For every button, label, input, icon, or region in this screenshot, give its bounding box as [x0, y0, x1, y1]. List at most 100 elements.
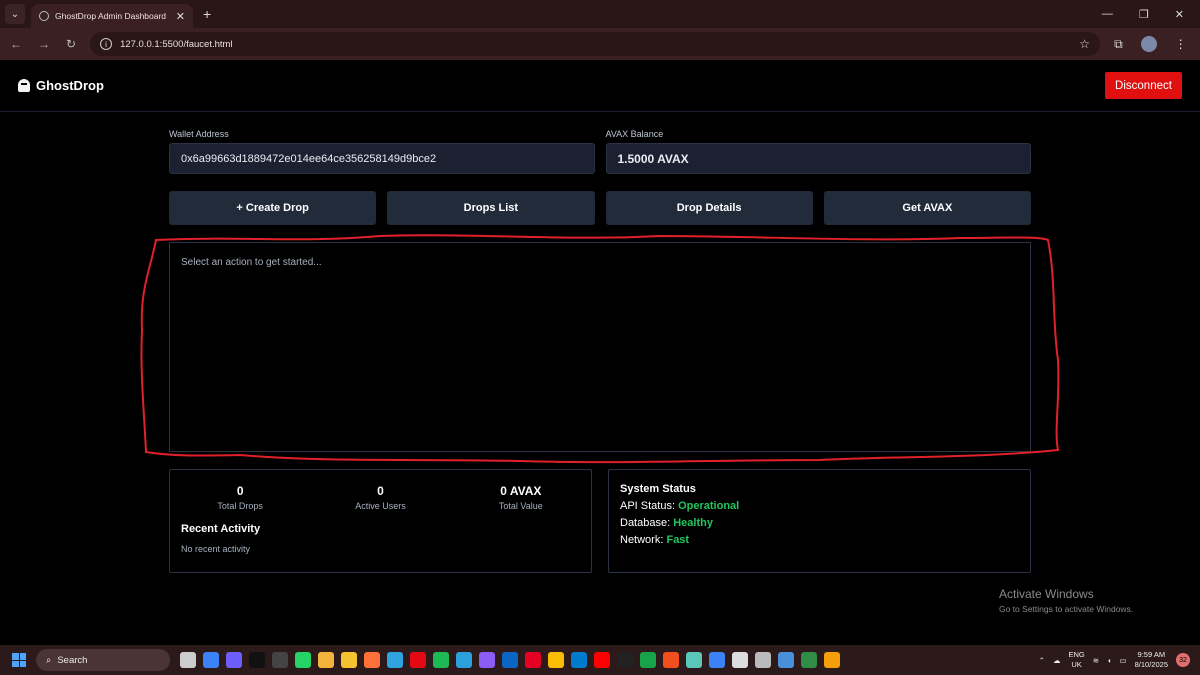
- extensions-icon[interactable]: ⧉: [1114, 37, 1123, 52]
- chrome-icon[interactable]: [548, 652, 564, 668]
- date: 8/10/2025: [1134, 660, 1168, 669]
- firefox-icon[interactable]: [364, 652, 380, 668]
- network-status-row: Network: Fast: [620, 534, 1019, 546]
- get-avax-button[interactable]: Get AVAX: [823, 191, 1031, 225]
- stat-value: 0: [236, 484, 244, 498]
- stat-total-value: 0 AVAX Total Value: [451, 484, 591, 511]
- disconnect-button[interactable]: Disconnect: [1105, 72, 1182, 99]
- drops-list-button[interactable]: Drops List: [387, 191, 595, 225]
- status-value: Healthy: [673, 517, 713, 529]
- system-tray: ⌃ ☁ ENG UK ≋ ◖ ▭ 9:59 AM 8/10/2025 32: [1039, 650, 1190, 670]
- chatgpt-icon[interactable]: [272, 652, 288, 668]
- app-icon[interactable]: [778, 652, 794, 668]
- content-panel: Select an action to get started...: [169, 242, 1031, 452]
- close-window-icon[interactable]: ✕: [1175, 8, 1184, 21]
- tab-title: GhostDrop Admin Dashboard: [55, 11, 167, 21]
- app-icon[interactable]: [617, 652, 633, 668]
- taskbar: ⌕ Search ⌃ ☁ ENG UK ≋ ◖ ▭ 9:59 AM 8/10/2…: [0, 645, 1200, 675]
- tiktok-icon[interactable]: [249, 652, 265, 668]
- restore-icon[interactable]: ❐: [1139, 8, 1149, 21]
- linkedin-icon[interactable]: [502, 652, 518, 668]
- ghost-logo-icon: [18, 79, 30, 92]
- battery-icon[interactable]: ▭: [1120, 656, 1127, 665]
- brand-name: GhostDrop: [36, 78, 104, 93]
- taskbar-search[interactable]: ⌕ Search: [36, 649, 170, 671]
- back-icon[interactable]: ←: [10, 37, 22, 51]
- reload-icon[interactable]: ↻: [66, 37, 76, 51]
- file-icon[interactable]: [180, 652, 196, 668]
- spotify-icon[interactable]: [433, 652, 449, 668]
- wallet-info: Wallet Address 0x6a99663d1889472e014ee64…: [169, 129, 1031, 174]
- tab-search-button[interactable]: ⌄: [5, 4, 25, 24]
- telegram-icon[interactable]: [456, 652, 472, 668]
- status-label: API Status:: [620, 500, 679, 512]
- search-icon: ⌕: [46, 654, 52, 666]
- panel-placeholder: Select an action to get started...: [181, 257, 322, 268]
- app-root: GhostDrop Disconnect Wallet Address 0x6a…: [0, 60, 1200, 645]
- volume-icon[interactable]: ◖: [1107, 656, 1112, 665]
- site-info-icon[interactable]: i: [100, 38, 113, 50]
- netflix-icon[interactable]: [410, 652, 426, 668]
- activate-subtitle: Go to Settings to activate Windows.: [999, 604, 1134, 614]
- browser-menu-icon[interactable]: ⋮: [1175, 37, 1187, 51]
- language-indicator[interactable]: ENG UK: [1068, 650, 1084, 670]
- edge-icon[interactable]: [387, 652, 403, 668]
- figma-icon[interactable]: [663, 652, 679, 668]
- app-icon[interactable]: [640, 652, 656, 668]
- pinterest-icon[interactable]: [525, 652, 541, 668]
- browser-tab[interactable]: GhostDrop Admin Dashboard ✕: [31, 4, 193, 28]
- chevron-up-icon[interactable]: ⌃: [1039, 656, 1045, 665]
- database-status-row: Database: Healthy: [620, 517, 1019, 529]
- new-tab-button[interactable]: +: [203, 6, 211, 22]
- app-icon[interactable]: [755, 652, 771, 668]
- search-label: Search: [57, 654, 88, 666]
- status-value: Fast: [666, 534, 690, 546]
- browser-tab-bar: ⌄ GhostDrop Admin Dashboard ✕ + — ❐ ✕: [0, 0, 1200, 28]
- youtube-icon[interactable]: [594, 652, 610, 668]
- avax-balance-field: 1.5000 AVAX: [605, 143, 1031, 174]
- windows-start-icon[interactable]: [12, 653, 26, 667]
- geeksforgeeks-icon[interactable]: [801, 652, 817, 668]
- app-icon[interactable]: [479, 652, 495, 668]
- action-buttons: + Create Drop Drops List Drop Details Ge…: [169, 191, 1031, 225]
- stat-total-drops: 0 Total Drops: [170, 484, 310, 511]
- app-icon[interactable]: [709, 652, 725, 668]
- wifi-icon[interactable]: ≋: [1093, 656, 1099, 665]
- vscode-icon[interactable]: [571, 652, 587, 668]
- url-text: 127.0.0.1:5500/faucet.html: [120, 38, 233, 50]
- bookmark-star-icon[interactable]: ☆: [1079, 37, 1090, 51]
- activate-title: Activate Windows: [999, 587, 1094, 601]
- widgets-icon[interactable]: [203, 652, 219, 668]
- create-drop-button[interactable]: + Create Drop: [169, 191, 377, 225]
- drop-details-button[interactable]: Drop Details: [605, 191, 813, 225]
- app-header: GhostDrop Disconnect: [0, 60, 1200, 112]
- url-field[interactable]: i 127.0.0.1:5500/faucet.html ☆: [90, 32, 1101, 56]
- app-icon[interactable]: [686, 652, 702, 668]
- teams-icon[interactable]: [226, 652, 242, 668]
- app-icon[interactable]: [341, 652, 357, 668]
- stat-active-users: 0 Active Users: [310, 484, 450, 511]
- status-value: Operational: [678, 500, 740, 512]
- region-label: UK: [1071, 660, 1082, 669]
- close-tab-icon[interactable]: ✕: [176, 10, 185, 23]
- stat-label: Active Users: [355, 501, 406, 511]
- status-label: Network:: [620, 534, 667, 546]
- whatsapp-icon[interactable]: [295, 652, 311, 668]
- cloud-icon[interactable]: ☁: [1053, 656, 1061, 665]
- profile-avatar[interactable]: [1140, 36, 1157, 52]
- system-status-card: System Status API Status: Operational Da…: [608, 469, 1031, 573]
- recent-activity-empty: No recent activity: [181, 544, 251, 554]
- time: 9:59 AM: [1137, 650, 1166, 659]
- status-label: Database:: [620, 517, 674, 529]
- dashboard-cards: 0 Total Drops 0 Active Users 0 AVAX Tota…: [169, 469, 1031, 573]
- notification-badge[interactable]: 32: [1176, 653, 1190, 667]
- folder-icon[interactable]: [318, 652, 334, 668]
- chrome-icon[interactable]: [824, 652, 840, 668]
- wallet-address-field: 0x6a99663d1889472e014ee64ce356258149d9bc…: [169, 143, 595, 174]
- app-icon[interactable]: [732, 652, 748, 668]
- forward-icon[interactable]: →: [38, 37, 50, 51]
- api-status-row: API Status: Operational: [620, 500, 1019, 512]
- clock[interactable]: 9:59 AM 8/10/2025: [1135, 650, 1168, 670]
- stat-value: 0 AVAX: [500, 484, 542, 498]
- minimize-icon[interactable]: —: [1102, 8, 1113, 21]
